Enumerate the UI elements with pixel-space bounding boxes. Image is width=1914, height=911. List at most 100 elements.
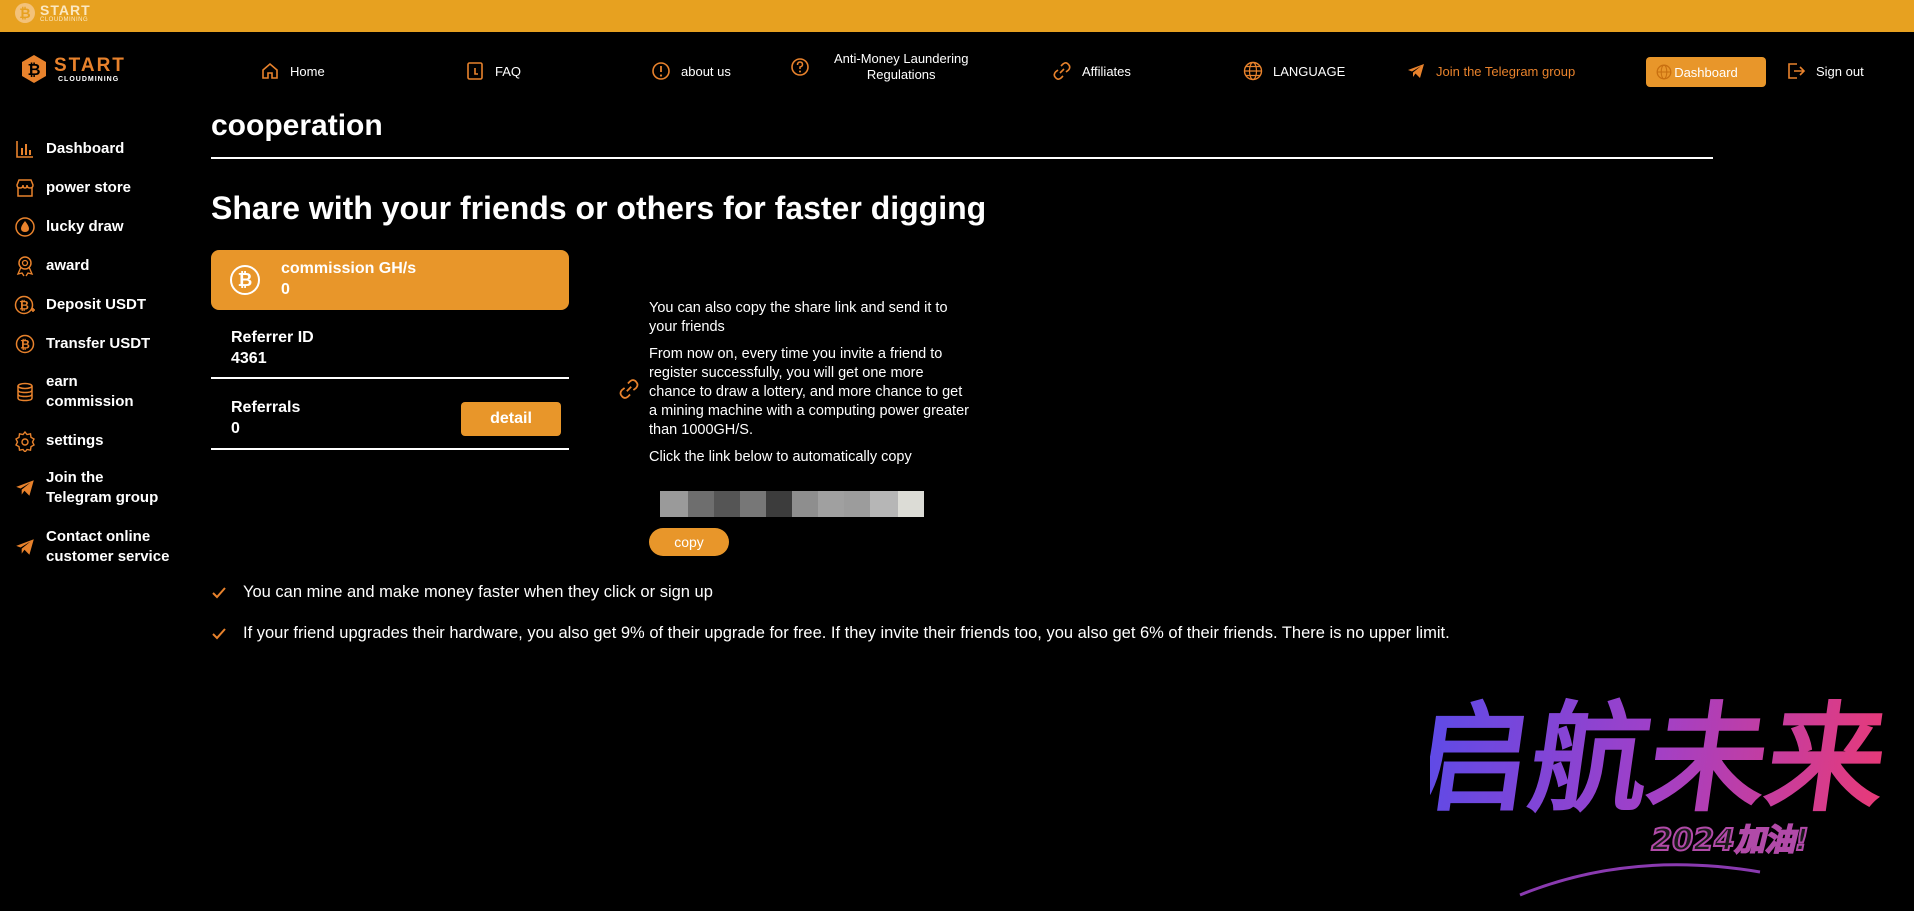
sidebar-item-deposit-usdt[interactable]: ₿ Deposit USDT	[14, 294, 146, 316]
copy-button[interactable]: copy	[649, 528, 729, 556]
sidebar-item-label: settings	[46, 432, 104, 449]
question-icon	[791, 58, 809, 76]
nav-home-label: Home	[290, 63, 325, 79]
sidebar-item-dashboard[interactable]: Dashboard	[14, 138, 124, 160]
globe-icon	[1656, 64, 1672, 80]
logo[interactable]: ₿ START CLOUDMINING	[20, 54, 126, 84]
telegram-icon	[16, 539, 34, 555]
sidebar-item-label: power store	[46, 179, 132, 196]
referrer-id: 4361	[231, 350, 267, 367]
store-icon	[16, 179, 34, 197]
logo-brand: START	[54, 54, 126, 76]
sidebar-item-label-line1: earn	[46, 373, 78, 390]
nav-about-label: about us	[681, 63, 731, 79]
sidebar-item-contact-support[interactable]: Contact online customer service	[14, 527, 169, 567]
sidebar-item-transfer-usdt[interactable]: ₿ Transfer USDT	[14, 333, 150, 355]
calligraphy-badge: 启航未来 2024加油!	[1430, 690, 1896, 897]
chart-bars-icon	[16, 141, 33, 158]
sign-out-icon	[1788, 63, 1806, 79]
link-icon	[619, 379, 639, 399]
bitcoin-logo-icon: ₿	[15, 3, 35, 23]
headline: Share with your friends or others for fa…	[211, 190, 987, 226]
sidebar-item-label-line2: Telegram group	[46, 489, 159, 506]
svg-text:₿: ₿	[19, 299, 29, 313]
dashboard-button-label: Dashboard	[1674, 64, 1738, 80]
nav-faq[interactable]: FAQ	[465, 56, 521, 86]
nav-language-label: LANGUAGE	[1273, 63, 1346, 79]
bitcoin-icon: ₿	[230, 265, 260, 295]
referrer-label: Referrer ID	[231, 329, 314, 346]
telegram-icon	[16, 480, 34, 496]
link-icon	[1053, 62, 1071, 80]
home-icon	[262, 62, 278, 79]
share-link-redacted[interactable]	[660, 491, 954, 517]
dashboard-button[interactable]: Dashboard	[1646, 57, 1766, 87]
top-strip: ₿ START CLOUDMINING	[0, 0, 1914, 32]
nav-faq-label: FAQ	[495, 63, 522, 79]
share-text-3: Click the link below to automatically co…	[649, 449, 912, 465]
detail-button[interactable]: detail	[461, 402, 561, 436]
check-icon	[212, 627, 226, 639]
commission-card: ₿ commission GH/s 0	[211, 250, 569, 310]
check-icon	[212, 586, 226, 598]
medal-icon	[16, 256, 34, 277]
benefit-text: You can mine and make money faster when …	[243, 583, 713, 601]
svg-text:₿: ₿	[27, 60, 40, 79]
drop-icon	[15, 217, 35, 237]
nav-affiliates-label: Affiliates	[1082, 63, 1131, 79]
svg-text:₿: ₿	[19, 6, 30, 22]
mini-logo[interactable]: ₿ START CLOUDMINING	[14, 2, 91, 24]
referrals-count: 0	[231, 420, 240, 437]
sidebar-item-label: lucky draw	[46, 218, 124, 235]
logo-sub: CLOUDMINING	[58, 75, 120, 83]
globe-icon	[1243, 61, 1263, 81]
sidebar-item-earn-commission[interactable]: earn commission	[14, 372, 134, 412]
sidebar-item-label: Transfer USDT	[46, 335, 151, 352]
nav-affiliates[interactable]: Affiliates	[1052, 56, 1131, 86]
share-text-1: You can also copy the share link and sen…	[649, 300, 948, 335]
nav-aml-line2: Regulations	[866, 67, 936, 82]
mini-brand: START	[40, 2, 91, 18]
sidebar-item-label: Deposit USDT	[46, 296, 147, 313]
badge-subtext: 2024加油!	[1651, 823, 1808, 858]
bitcoin-icon: ₿	[15, 334, 35, 354]
badge-text: 启航未来	[1430, 690, 1896, 828]
sidebar-item-power-store[interactable]: power store	[14, 177, 131, 199]
divider	[211, 157, 1713, 159]
sidebar-item-label: Dashboard	[46, 140, 125, 157]
benefit-text: If your friend upgrades their hardware, …	[243, 624, 1450, 642]
sidebar-item-settings[interactable]: settings	[14, 430, 104, 452]
sidebar-item-label-line1: Join the	[46, 469, 104, 486]
bitcoin-plus-icon: ₿	[14, 295, 35, 315]
faq-icon	[467, 62, 483, 80]
commission-label: commission GH/s	[281, 260, 417, 277]
page-title: cooperation	[211, 109, 383, 142]
share-info: You can also copy the share link and sen…	[649, 299, 969, 475]
referrals-label: Referrals	[231, 399, 301, 416]
svg-text:₿: ₿	[20, 338, 30, 352]
share-text-2: From now on, every time you invite a fri…	[649, 346, 969, 438]
sidebar-item-label-line2: commission	[46, 393, 134, 410]
svg-text:₿: ₿	[238, 270, 253, 291]
bitcoin-logo-icon: ₿	[22, 55, 46, 83]
commission-value: 0	[281, 281, 290, 298]
sidebar-item-join-telegram[interactable]: Join the Telegram group	[14, 468, 158, 508]
database-icon	[17, 382, 33, 402]
nav-about[interactable]: about us	[651, 56, 731, 86]
nav-telegram-label: Join the Telegram group	[1436, 63, 1576, 79]
sidebar-item-label-line2: customer service	[46, 548, 170, 565]
telegram-icon	[1408, 64, 1424, 78]
mini-brand-sub: CLOUDMINING	[40, 17, 89, 23]
nav-aml[interactable]: Anti-Money Laundering Regulations	[790, 51, 968, 82]
sidebar-item-label-line1: Contact online	[46, 528, 151, 545]
sidebar-item-award[interactable]: award	[14, 255, 89, 277]
nav-language[interactable]: LANGUAGE	[1243, 56, 1345, 86]
info-icon	[652, 62, 670, 80]
sidebar-item-label: award	[46, 257, 90, 274]
nav-signout[interactable]: Sign out	[1786, 56, 1864, 86]
referrer-row: Referrer ID 4361	[211, 329, 569, 379]
nav-home[interactable]: Home	[260, 56, 325, 86]
sidebar-item-lucky-draw[interactable]: lucky draw	[14, 216, 124, 238]
nav-telegram[interactable]: Join the Telegram group	[1406, 56, 1575, 86]
benefit-item: If your friend upgrades their hardware, …	[211, 624, 1450, 643]
